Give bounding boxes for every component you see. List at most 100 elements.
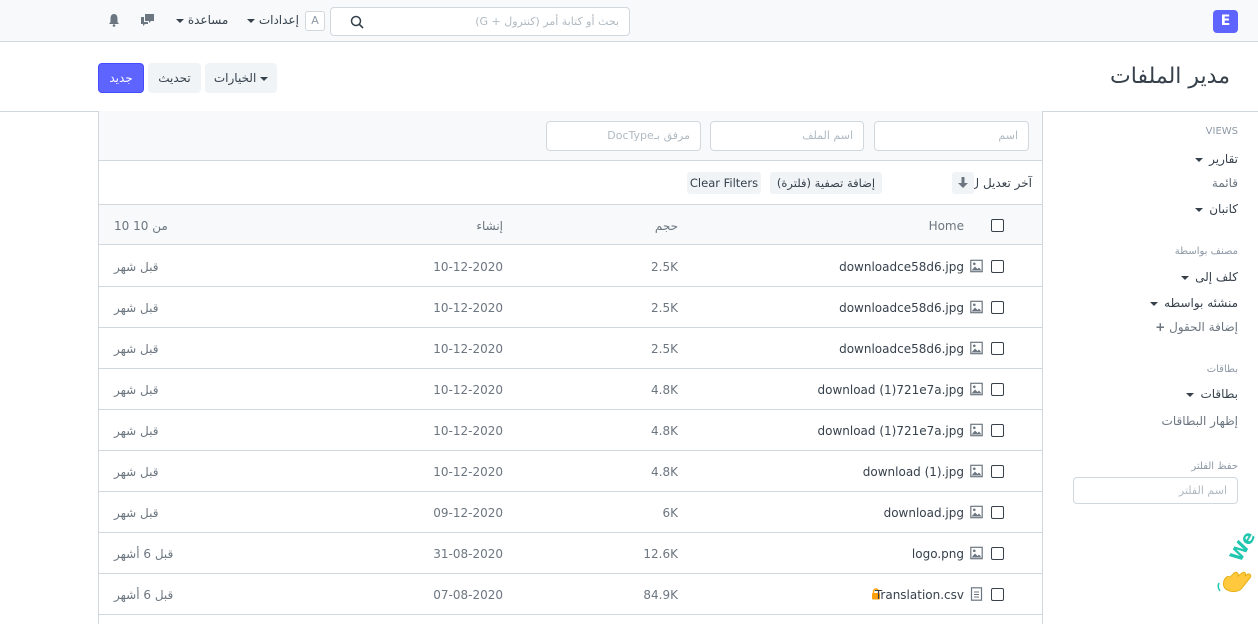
file-size: 6K [662,506,678,520]
modified-time: قبل شهر [114,383,159,397]
created-date: 10-12-2020 [433,301,503,315]
add-filter-button[interactable]: إضافة تصفية (فلترة) [770,172,882,194]
table-row[interactable]: Translation.csv 84.9K 07-08-2020 قبل 6 أشهر [99,574,1042,615]
sidebar-item-tags[interactable]: بطاقات [1186,387,1238,401]
modified-time: قبل شهر [114,506,159,520]
reports-label: تقارير [1209,152,1238,166]
filter-name-input[interactable]: اسم الفلتر [1073,477,1238,504]
modified-time: قبل شهر [114,342,159,356]
file-name-link[interactable]: download (1).jpg [863,465,964,479]
caret-down-icon [1195,157,1204,162]
sort-arrow-icon [958,177,968,188]
help-dropdown[interactable]: مساعدة [176,13,228,27]
caret-down-icon [1195,207,1204,212]
file-name-link[interactable]: downloadce58d6.jpg [839,342,964,356]
table-row[interactable]: download (1).jpg 4.8K 10-12-2020 قبل شهر [99,451,1042,492]
image-icon [970,505,983,519]
table-row[interactable]: download (1)721e7a.jpg 4.8K 10-12-2020 قبل … [99,410,1042,451]
row-checkbox[interactable] [991,342,1004,355]
row-checkbox[interactable] [991,301,1004,314]
file-size: 4.8K [651,465,678,479]
image-icon [970,382,983,396]
modified-time: قبل شهر [114,465,159,479]
sidebar-item-kanban[interactable]: كانبان [1195,202,1238,216]
file-size: 12.6K [643,547,678,561]
attached-to-filter-input[interactable]: مرفق بـDocType [546,121,701,151]
table-row[interactable]: download (1)721e7a.jpg 4.8K 10-12-2020 قبل … [99,369,1042,410]
created-date: 10-12-2020 [433,383,503,397]
select-all-checkbox[interactable] [991,219,1004,232]
column-header-name: Home [928,219,964,233]
sort-selector[interactable]: آخر تعديل ل [970,176,1032,190]
image-icon [970,259,983,273]
file-name-link[interactable]: logo.png [912,547,964,561]
created-date: 10-12-2020 [433,260,503,274]
caret-down-icon [260,76,269,81]
page-title: مدير الملفات [1110,64,1230,89]
options-label: الخيارات [213,71,257,85]
show-tags-link[interactable]: إظهار البطاقات [1162,414,1238,428]
caret-down-icon [1181,275,1190,280]
created-date: 10-12-2020 [433,465,503,479]
file-name-link[interactable]: downloadce58d6.jpg [839,260,964,274]
row-checkbox[interactable] [991,424,1004,437]
created-date: 07-08-2020 [433,588,503,602]
row-checkbox[interactable] [991,588,1004,601]
row-checkbox[interactable] [991,506,1004,519]
settings-dropdown[interactable]: إعدادات [247,13,299,27]
caret-down-icon [176,18,184,23]
modified-time: قبل شهر [114,260,159,274]
sidebar-item-list[interactable]: قائمة [1212,176,1238,190]
row-checkbox[interactable] [991,547,1004,560]
table-row[interactable]: downloadce58d6.jpg 2.5K 10-12-2020 قبل شهر [99,246,1042,287]
settings-label: إعدادات [258,13,299,27]
modified-time: قبل 6 أشهر [114,588,174,602]
table-row[interactable]: downloadce58d6.jpg 2.5K 10-12-2020 قبل شهر [99,287,1042,328]
file-name-link[interactable]: downloadce58d6.jpg [839,301,964,315]
sidebar-item-assigned-to[interactable]: كلف إلى [1181,270,1238,284]
table-row[interactable]: download.jpg 6K 09-12-2020 قبل شهر [99,492,1042,533]
add-fields-link[interactable]: إضافة الحقول + [1155,320,1238,334]
chat-icon[interactable] [140,13,155,27]
image-icon [970,464,983,478]
sort-order-button[interactable] [952,172,974,194]
file-name-link[interactable]: Translation.csv [875,588,964,602]
new-button[interactable]: جديد [98,63,144,93]
tags-heading: بطاقات [1206,364,1238,375]
row-checkbox[interactable] [991,465,1004,478]
created-date: 31-08-2020 [433,547,503,561]
search-input[interactable]: بحث أو كتابة أمر (كنترول + G) [330,7,630,36]
sidebar-item-created-by[interactable]: منشئه بواسطه [1150,296,1238,310]
table-row[interactable]: downloadce58d6.jpg 2.5K 10-12-2020 قبل شهر [99,328,1042,369]
row-checkbox[interactable] [991,260,1004,273]
document-icon [970,587,983,601]
file-name-link[interactable]: download (1)721e7a.jpg [818,383,965,397]
row-checkbox[interactable] [991,383,1004,396]
app-logo[interactable]: E [1213,10,1238,33]
views-heading: VIEWS [1205,126,1238,137]
created-date: 10-12-2020 [433,342,503,356]
sidebar-item-reports[interactable]: تقارير [1195,152,1238,166]
options-button[interactable]: الخيارات [205,63,277,93]
image-icon [970,546,983,560]
image-icon [970,423,983,437]
svg-text:We: We [1226,528,1258,566]
table-row[interactable]: logo.png 12.6K 31-08-2020 قبل 6 أشهر [99,533,1042,574]
file-size: 84.9K [643,588,678,602]
file-name-filter-input[interactable]: اسم الملف [710,121,864,151]
avatar[interactable]: A [305,11,325,31]
add-fields-label: إضافة الحقول [1169,320,1238,334]
name-filter-input[interactable]: اسم [874,121,1029,151]
file-name-link[interactable]: download.jpg [884,506,964,520]
modified-time: قبل شهر [114,301,159,315]
created-by-label: منشئه بواسطه [1164,296,1238,310]
bell-icon[interactable] [108,13,120,27]
assigned-to-label: كلف إلى [1195,270,1238,284]
file-name-link[interactable]: download (1)721e7a.jpg [818,424,965,438]
clear-filters-button[interactable]: Clear Filters [687,172,761,194]
refresh-button[interactable]: تحديث [148,63,201,93]
filter-name-placeholder: اسم الفلتر [1178,484,1227,497]
image-icon [970,341,983,355]
table-header: Home حجم إنشاء 10 من 10 [99,205,1042,245]
sort-filter-bar: آخر تعديل ل إضافة تصفية (فلترة) Clear Fi… [99,162,1042,205]
